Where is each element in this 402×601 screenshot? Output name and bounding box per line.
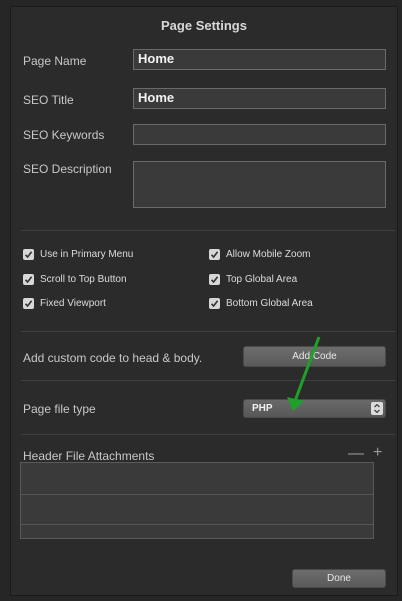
dialog-title: Page Settings bbox=[161, 18, 247, 33]
seo-description-label: SEO Description bbox=[23, 162, 112, 176]
done-button[interactable]: Done bbox=[292, 569, 386, 588]
checkbox-scroll-to-top-button[interactable]: Scroll to Top Button bbox=[23, 274, 127, 285]
checkbox-top-global-area[interactable]: Top Global Area bbox=[209, 274, 297, 285]
updown-chevron-icon bbox=[371, 402, 383, 415]
divider bbox=[21, 434, 395, 435]
checkbox-bottom-global-area[interactable]: Bottom Global Area bbox=[209, 298, 313, 309]
page-name-label: Page Name bbox=[23, 54, 87, 68]
checkbox-fixed-viewport[interactable]: Fixed Viewport bbox=[23, 298, 106, 309]
checkbox-label: Bottom Global Area bbox=[226, 298, 313, 309]
page-name-field[interactable]: Home bbox=[133, 49, 386, 70]
custom-code-label: Add custom code to head & body. bbox=[23, 351, 203, 365]
page-file-type-label: Page file type bbox=[23, 402, 96, 416]
checkbox-checked-icon bbox=[209, 249, 220, 260]
checkbox-label: Scroll to Top Button bbox=[40, 274, 127, 285]
seo-keywords-field[interactable] bbox=[133, 124, 386, 145]
checkbox-label: Use in Primary Menu bbox=[40, 249, 134, 260]
seo-title-field[interactable]: Home bbox=[133, 88, 386, 109]
divider bbox=[21, 230, 395, 231]
annotation-arrow-icon bbox=[287, 336, 321, 411]
seo-description-field[interactable] bbox=[133, 161, 386, 208]
divider bbox=[21, 331, 395, 332]
checkbox-label: Top Global Area bbox=[226, 274, 298, 285]
page-file-type-value: PHP bbox=[252, 403, 273, 414]
list-row-divider bbox=[21, 524, 373, 525]
seo-keywords-label: SEO Keywords bbox=[23, 128, 105, 142]
list-row-divider bbox=[21, 494, 373, 495]
checkbox-checked-icon bbox=[209, 274, 220, 285]
checkbox-label: Allow Mobile Zoom bbox=[226, 249, 311, 260]
add-attachment-icon[interactable]: + bbox=[373, 444, 382, 462]
checkbox-label: Fixed Viewport bbox=[40, 298, 106, 309]
checkbox-allow-mobile-zoom[interactable]: Allow Mobile Zoom bbox=[209, 249, 310, 260]
remove-attachment-icon[interactable]: — bbox=[348, 445, 364, 463]
attachments-list[interactable] bbox=[20, 462, 374, 539]
seo-title-label: SEO Title bbox=[23, 93, 74, 107]
checkbox-checked-icon bbox=[209, 298, 220, 309]
checkbox-checked-icon bbox=[23, 274, 34, 285]
header-file-attachments-label: Header File Attachments bbox=[23, 449, 155, 463]
checkbox-checked-icon bbox=[23, 249, 34, 260]
checkbox-checked-icon bbox=[23, 298, 34, 309]
divider bbox=[21, 380, 395, 381]
checkbox-use-in-primary-menu[interactable]: Use in Primary Menu bbox=[23, 249, 133, 260]
